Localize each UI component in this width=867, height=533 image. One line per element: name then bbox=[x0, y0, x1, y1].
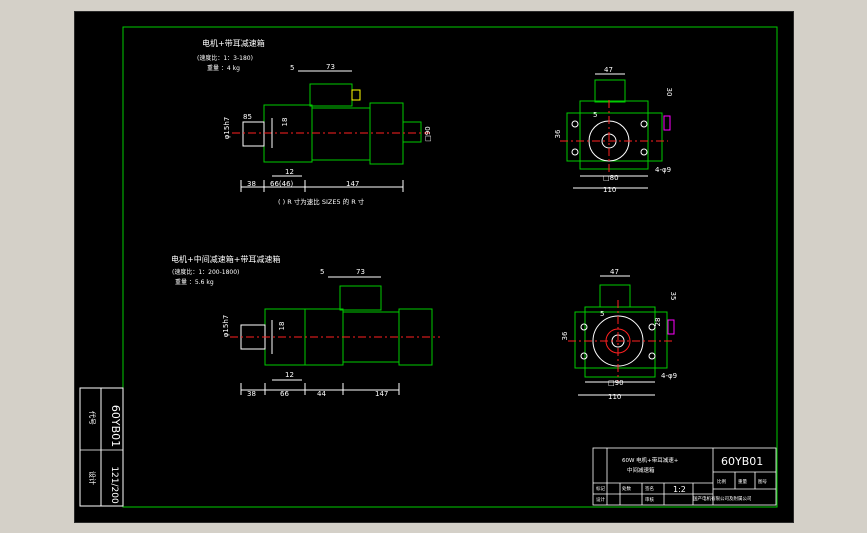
tb-r5: 审核 bbox=[645, 496, 654, 503]
side2-dim-35: 35 bbox=[669, 292, 677, 301]
tb-company: 国产电机有限公司及附属公司 bbox=[693, 495, 752, 502]
view1-dim-18: 18 bbox=[281, 118, 289, 127]
view1-title: 电机+带耳减速箱 bbox=[202, 38, 265, 48]
view2-dim-44: 44 bbox=[317, 390, 326, 398]
view1-line2: (速度比：1：3-180) bbox=[197, 54, 253, 62]
side2-view: 47 35 □90 110 36 28 4-φ9 5 bbox=[561, 268, 677, 401]
view2-dim-12: 12 bbox=[285, 371, 294, 379]
tb-drawing-no: 60YB01 bbox=[721, 455, 763, 468]
side2-dim-holes: 4-φ9 bbox=[661, 372, 677, 380]
view1-dim-73: 73 bbox=[326, 63, 335, 71]
tb-c2: 重量 bbox=[738, 478, 747, 485]
view1-dim-147: 147 bbox=[346, 180, 359, 188]
side2-dim-36: 36 bbox=[561, 331, 569, 340]
view1-footnote: ( ) R 寸为速比 SIZE5 的 R 寸 bbox=[278, 197, 365, 206]
side2-dim-110: 110 bbox=[608, 393, 621, 401]
view1-front: 电机+带耳减速箱 (速度比：1：3-180) 重量 ：4 kg 5 73 38 bbox=[197, 38, 432, 206]
view1-dim-85: 85 bbox=[243, 113, 252, 121]
view1-line3: 重量 ：4 kg bbox=[207, 64, 240, 72]
side2-dim-28: 28 bbox=[654, 318, 662, 327]
side1-dim-47: 47 bbox=[604, 66, 613, 74]
left-strip-code: 60YB01 bbox=[109, 405, 122, 447]
left-strip-code-text: 60YB01 bbox=[109, 405, 122, 447]
view1-dim-38: 38 bbox=[247, 180, 256, 188]
tb-r1: 标记 bbox=[596, 485, 605, 492]
view2-front: 电机+中间减速箱+带耳减速箱 (速度比：1：200-1800) 重量 ：5.6 … bbox=[171, 254, 440, 398]
view1-dim-90: □90 bbox=[424, 126, 432, 142]
side1-dim-36: 36 bbox=[554, 129, 562, 138]
side2-dim-90: □90 bbox=[608, 379, 624, 387]
tb-name-line2: 中间减速箱 bbox=[627, 466, 655, 474]
tb-r4: 设计 bbox=[596, 496, 605, 503]
view2-dim-15h7: φ15h7 bbox=[222, 315, 230, 337]
view2-dim-18: 18 bbox=[278, 322, 286, 331]
side2-dim-5: 5 bbox=[600, 310, 604, 318]
view2-dim-147: 147 bbox=[375, 390, 388, 398]
left-strip-label-a: 代号 bbox=[88, 411, 97, 425]
view1-dim-66: 66(46) bbox=[270, 180, 294, 188]
tb-c3: 图号 bbox=[758, 479, 767, 485]
tb-r2: 处数 bbox=[622, 485, 631, 492]
view1-dim-5: 5 bbox=[290, 64, 294, 72]
left-strip-scale-text: 121/200 bbox=[109, 466, 119, 504]
side1-dim-80: □80 bbox=[603, 174, 619, 182]
side2-dim-47: 47 bbox=[610, 268, 619, 276]
view2-line3: 重量 ：5.6 kg bbox=[175, 278, 214, 286]
view2-title: 电机+中间减速箱+带耳减速箱 bbox=[171, 254, 280, 264]
left-strip-scale: 121/200 bbox=[109, 466, 119, 504]
view2-dim-66: 66 bbox=[280, 390, 289, 398]
side1-dim-110: 110 bbox=[603, 186, 616, 194]
tb-c1: 比例 bbox=[717, 478, 726, 485]
cad-canvas: 60YB01 121/200 代号 设计 电机+带耳减速箱 (速度比：1：3-1… bbox=[0, 0, 867, 533]
view2-dim-38: 38 bbox=[247, 390, 256, 398]
tb-scale: 1:2 bbox=[673, 485, 686, 494]
side1-dim-5: 5 bbox=[593, 111, 597, 119]
side1-dim-30: 30 bbox=[665, 88, 673, 97]
tb-name-line1: 60W 电机+带耳减速+ bbox=[622, 456, 679, 464]
side1-dim-holes: 4-φ9 bbox=[655, 166, 671, 174]
view2-line2: (速度比：1：200-1800) bbox=[172, 268, 239, 276]
side1-view: 47 30 □80 110 36 4-φ9 5 bbox=[554, 66, 673, 194]
left-strip-label-b: 设计 bbox=[88, 471, 97, 485]
inner-border bbox=[122, 26, 778, 508]
tb-r3: 签名 bbox=[645, 485, 654, 492]
cad-drawing: 60YB01 121/200 代号 设计 电机+带耳减速箱 (速度比：1：3-1… bbox=[79, 26, 778, 508]
view2-dim-5: 5 bbox=[320, 268, 324, 276]
view1-dim-15h7: φ15h7 bbox=[223, 117, 231, 139]
view1-dim-12: 12 bbox=[285, 168, 294, 176]
view2-dim-73: 73 bbox=[356, 268, 365, 276]
